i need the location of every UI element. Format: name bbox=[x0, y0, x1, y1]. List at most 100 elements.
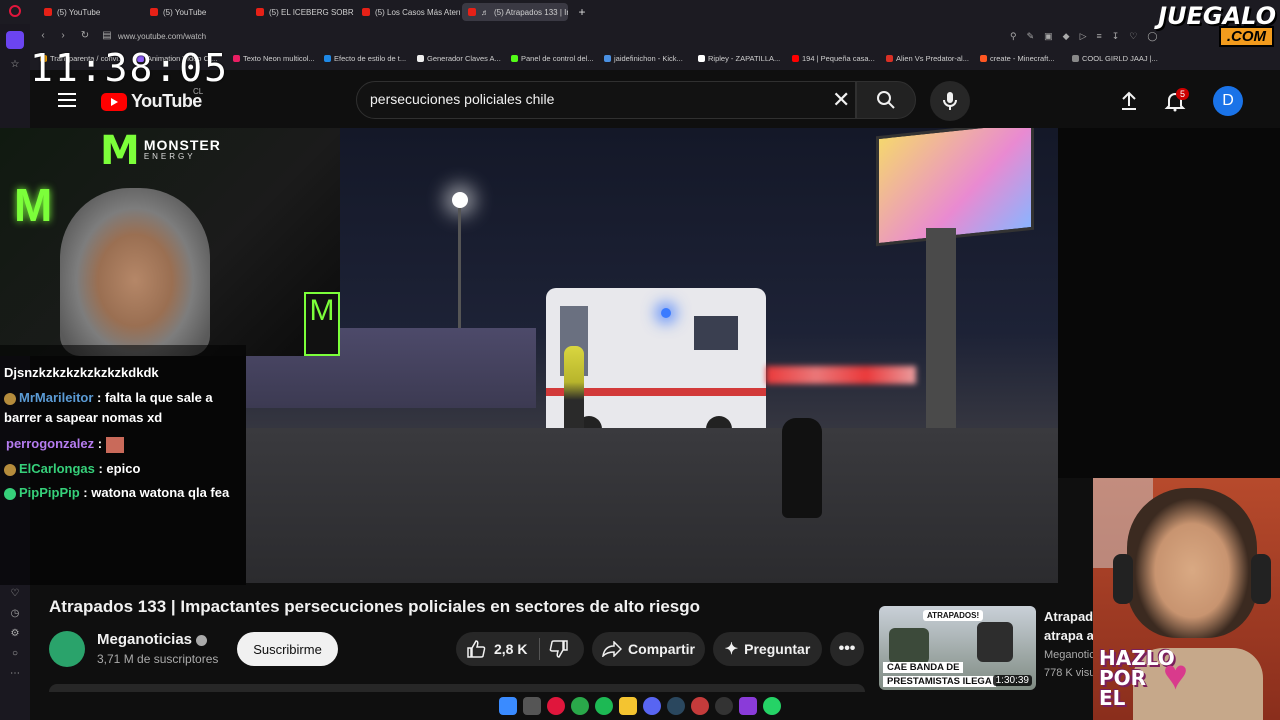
youtube-favicon-icon bbox=[256, 8, 264, 16]
thumbs-up-icon bbox=[467, 640, 486, 658]
bookmark-item[interactable]: Efecto de estilo de t... bbox=[324, 54, 406, 63]
account-avatar[interactable]: D bbox=[1213, 86, 1243, 116]
youtube-favicon-icon bbox=[150, 8, 158, 16]
chat-message: PipPipPip : watona watona qla fea bbox=[4, 483, 244, 503]
sparkle-icon: ✦ bbox=[724, 641, 739, 658]
shield-icon[interactable]: ◆ bbox=[1063, 31, 1080, 41]
steam-icon[interactable] bbox=[667, 697, 685, 715]
file-explorer-icon[interactable] bbox=[619, 697, 637, 715]
subscribe-button[interactable]: Suscribirme bbox=[237, 632, 338, 666]
site-info-icon[interactable]: ▤ bbox=[100, 30, 114, 41]
chat-badge-icon bbox=[4, 392, 16, 405]
more-actions-button[interactable]: ••• bbox=[830, 632, 864, 666]
tab-youtube-2[interactable]: (5) YouTube bbox=[144, 3, 248, 21]
more-icon[interactable]: ⋯ bbox=[9, 668, 21, 680]
back-icon[interactable]: ‹ bbox=[36, 30, 50, 41]
verified-icon bbox=[196, 634, 208, 646]
video-player[interactable] bbox=[246, 128, 1058, 583]
thumbs-down-icon bbox=[549, 640, 568, 658]
search-icon bbox=[877, 91, 895, 109]
windows-start-icon[interactable] bbox=[499, 697, 517, 715]
bookmark-favicon-icon bbox=[698, 55, 705, 62]
tab-iceberg[interactable]: (5) EL ICEBERG SOBRE CH bbox=[250, 3, 354, 21]
video-duration: 1:30:39 bbox=[992, 675, 1032, 686]
bookmark-favicon-icon bbox=[886, 55, 893, 62]
bookmark-item[interactable]: Panel de control del... bbox=[511, 54, 594, 63]
dislike-button[interactable] bbox=[549, 640, 569, 663]
notification-count-badge: 5 bbox=[1176, 88, 1190, 100]
tab-youtube-1[interactable]: (5) YouTube bbox=[38, 3, 142, 21]
bookmark-item[interactable]: 194 | Pequeña casa... bbox=[792, 54, 875, 63]
bookmark-item[interactable]: Alien Vs Predator-al... bbox=[886, 54, 969, 63]
monster-claw-icon: M bbox=[100, 128, 140, 174]
list-icon[interactable]: ≡ bbox=[1097, 31, 1112, 41]
search-button[interactable] bbox=[856, 81, 916, 119]
upload-icon[interactable] bbox=[1118, 90, 1140, 117]
tab-casos[interactable]: (5) Los Casos Más Aterrad bbox=[356, 3, 460, 21]
streamer-webcam: M MONSTER ENERGY M M bbox=[0, 128, 340, 356]
recommended-thumbnail[interactable]: ATRAPADOS! CAE BANDA DE PRESTAMISTAS ILE… bbox=[879, 606, 1036, 690]
whatsapp-icon[interactable] bbox=[763, 697, 781, 715]
obs-icon[interactable] bbox=[715, 697, 733, 715]
opera-logo-icon[interactable] bbox=[9, 5, 21, 17]
like-button[interactable]: 2,8 K bbox=[466, 640, 527, 658]
youtube-play-icon bbox=[101, 92, 127, 111]
channel-name[interactable]: Meganoticias bbox=[97, 631, 208, 648]
emote-icon bbox=[105, 436, 124, 453]
home-icon[interactable] bbox=[6, 31, 24, 49]
app-icon[interactable] bbox=[691, 697, 709, 715]
bookmark-favicon-icon bbox=[604, 55, 611, 62]
stream-clock: 11:38:05 bbox=[30, 46, 230, 90]
clear-search-icon[interactable]: ✕ bbox=[832, 88, 850, 112]
voice-search-button[interactable] bbox=[930, 81, 970, 121]
purple-app-icon[interactable] bbox=[739, 697, 757, 715]
search-icon[interactable]: ⚲ bbox=[1010, 31, 1027, 41]
spotify-icon[interactable] bbox=[595, 697, 613, 715]
recommended-meta: Meganotic 778 K visu bbox=[1044, 649, 1094, 679]
edit-icon[interactable]: ✎ bbox=[1027, 31, 1045, 41]
forward-icon[interactable]: › bbox=[56, 30, 70, 41]
bookmark-item[interactable]: create - Minecraft... bbox=[980, 54, 1055, 63]
bookmark-item[interactable]: Texto Neon multicol... bbox=[233, 54, 315, 63]
speaker-icon[interactable]: ♬ bbox=[481, 8, 489, 17]
ask-button[interactable]: ✦ Preguntar bbox=[713, 632, 822, 666]
bookmark-favicon-icon bbox=[511, 55, 518, 62]
bookmark-favicon-icon bbox=[1072, 55, 1079, 62]
bookmark-favicon-icon bbox=[324, 55, 331, 62]
microphone-icon bbox=[943, 92, 957, 110]
youtube-logo[interactable]: YouTube bbox=[101, 91, 202, 112]
discord-icon[interactable] bbox=[643, 697, 661, 715]
heart-icon[interactable]: ♡ bbox=[9, 588, 21, 600]
task-view-icon[interactable] bbox=[523, 697, 541, 715]
new-tab-button[interactable]: + bbox=[574, 4, 590, 20]
opera-taskbar-icon[interactable] bbox=[547, 697, 565, 715]
more-horizontal-icon: ••• bbox=[838, 640, 856, 657]
camera-icon[interactable]: ▣ bbox=[1044, 31, 1063, 41]
channel-avatar[interactable] bbox=[49, 631, 85, 667]
monster-can-left: M bbox=[14, 179, 53, 231]
share-icon bbox=[602, 641, 623, 657]
streamer-avatar-overlay: HAZLO POR EL ♥ bbox=[1093, 478, 1280, 720]
share-button[interactable]: Compartir bbox=[592, 632, 705, 666]
monster-can-right: M bbox=[304, 292, 340, 356]
recommended-title[interactable]: Atrapad atrapa a bbox=[1044, 607, 1094, 645]
bookmark-item[interactable]: Generador Claves A... bbox=[417, 54, 501, 63]
bookmark-favicon-icon bbox=[980, 55, 987, 62]
monster-logo: M MONSTER ENERGY bbox=[100, 128, 221, 174]
play-icon[interactable]: ▷ bbox=[1080, 31, 1097, 41]
paramedic-figure bbox=[564, 346, 584, 436]
search-query[interactable]: persecuciones policiales chile bbox=[370, 91, 554, 107]
reload-icon[interactable]: ↻ bbox=[78, 30, 92, 41]
hamburger-menu-icon[interactable] bbox=[58, 93, 76, 107]
subscriber-count: 3,71 M de suscriptores bbox=[97, 652, 219, 666]
tab-atrapados-active[interactable]: ♬ (5) Atrapados 133 | Im bbox=[462, 3, 568, 21]
xbox-icon[interactable] bbox=[571, 697, 589, 715]
bookmark-item[interactable]: jaidefinichon - Kick... bbox=[604, 54, 683, 63]
youtube-favicon-icon bbox=[468, 8, 476, 16]
settings-icon[interactable]: ⚙ bbox=[9, 628, 21, 640]
history-icon[interactable]: ◷ bbox=[9, 608, 21, 620]
bulb-icon[interactable]: ○ bbox=[9, 648, 21, 660]
bookmark-item[interactable]: COOL GIRLD JAAJ |... bbox=[1072, 54, 1158, 63]
pin-icon[interactable]: ☆ bbox=[9, 59, 21, 71]
bookmark-item[interactable]: Ripley - ZAPATILLA... bbox=[698, 54, 780, 63]
